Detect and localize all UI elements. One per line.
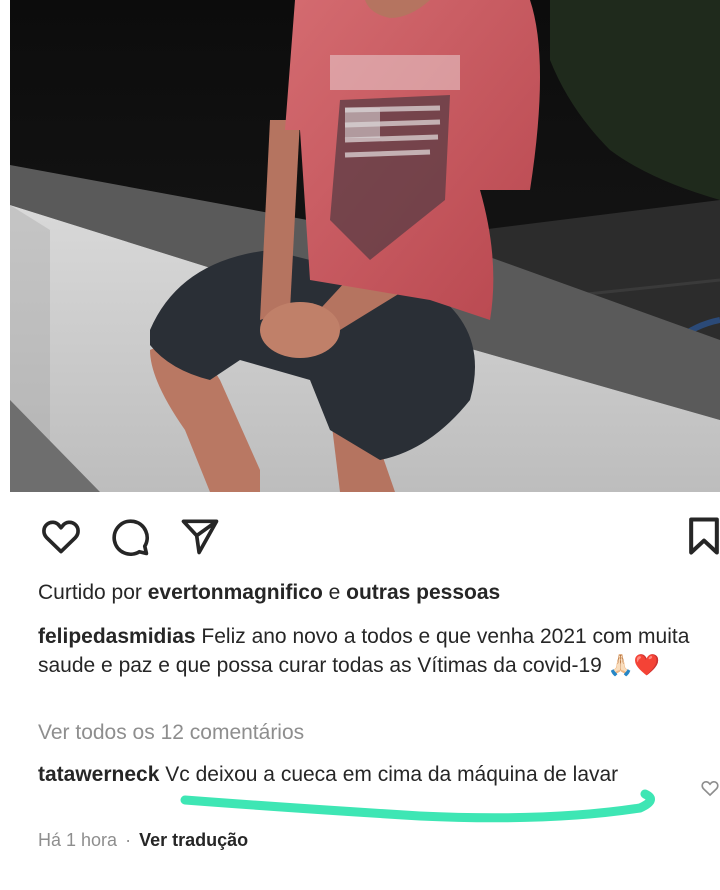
comment-like-button[interactable] (700, 778, 720, 803)
send-icon (181, 519, 219, 555)
comment-text: Vc deixou a cueca em cima da máquina de … (165, 763, 619, 786)
liked-by-prefix: Curtido por (38, 581, 142, 604)
comment-timestamp: Há 1 hora (38, 830, 118, 850)
liked-by-others-link[interactable]: outras pessoas (346, 581, 500, 604)
liked-by-joiner: e (328, 581, 341, 604)
meta-separator: · (125, 830, 132, 850)
bookmark-icon (689, 517, 719, 555)
post-action-bar (0, 512, 720, 562)
heart-outline-icon (701, 780, 719, 797)
comment-button[interactable] (105, 512, 153, 560)
caption-emoji: 🙏🏻❤️ (607, 654, 660, 677)
liked-by-user-link[interactable]: evertonmagnifico (148, 581, 323, 604)
post-photo-illustration (10, 0, 720, 492)
comment-icon (112, 519, 149, 556)
comment-meta: Há 1 hora · Ver tradução (38, 826, 248, 854)
see-translation-link[interactable]: Ver tradução (139, 830, 248, 850)
comment-item: tatawerneck Vc deixou a cueca em cima da… (38, 760, 658, 789)
post-photo[interactable] (10, 0, 720, 492)
liked-by-line: Curtido por evertonmagnifico e outras pe… (38, 578, 718, 607)
caption-author-link[interactable]: felipedasmidias (38, 625, 196, 648)
like-button[interactable] (37, 512, 85, 560)
view-all-comments-link[interactable]: Ver todos os 12 comentários (38, 718, 718, 747)
heart-icon (42, 520, 80, 554)
share-button[interactable] (176, 512, 224, 560)
save-button[interactable] (680, 512, 720, 560)
comment-author-link[interactable]: tatawerneck (38, 763, 159, 786)
post-caption: felipedasmidias Feliz ano novo a todos e… (38, 622, 718, 680)
